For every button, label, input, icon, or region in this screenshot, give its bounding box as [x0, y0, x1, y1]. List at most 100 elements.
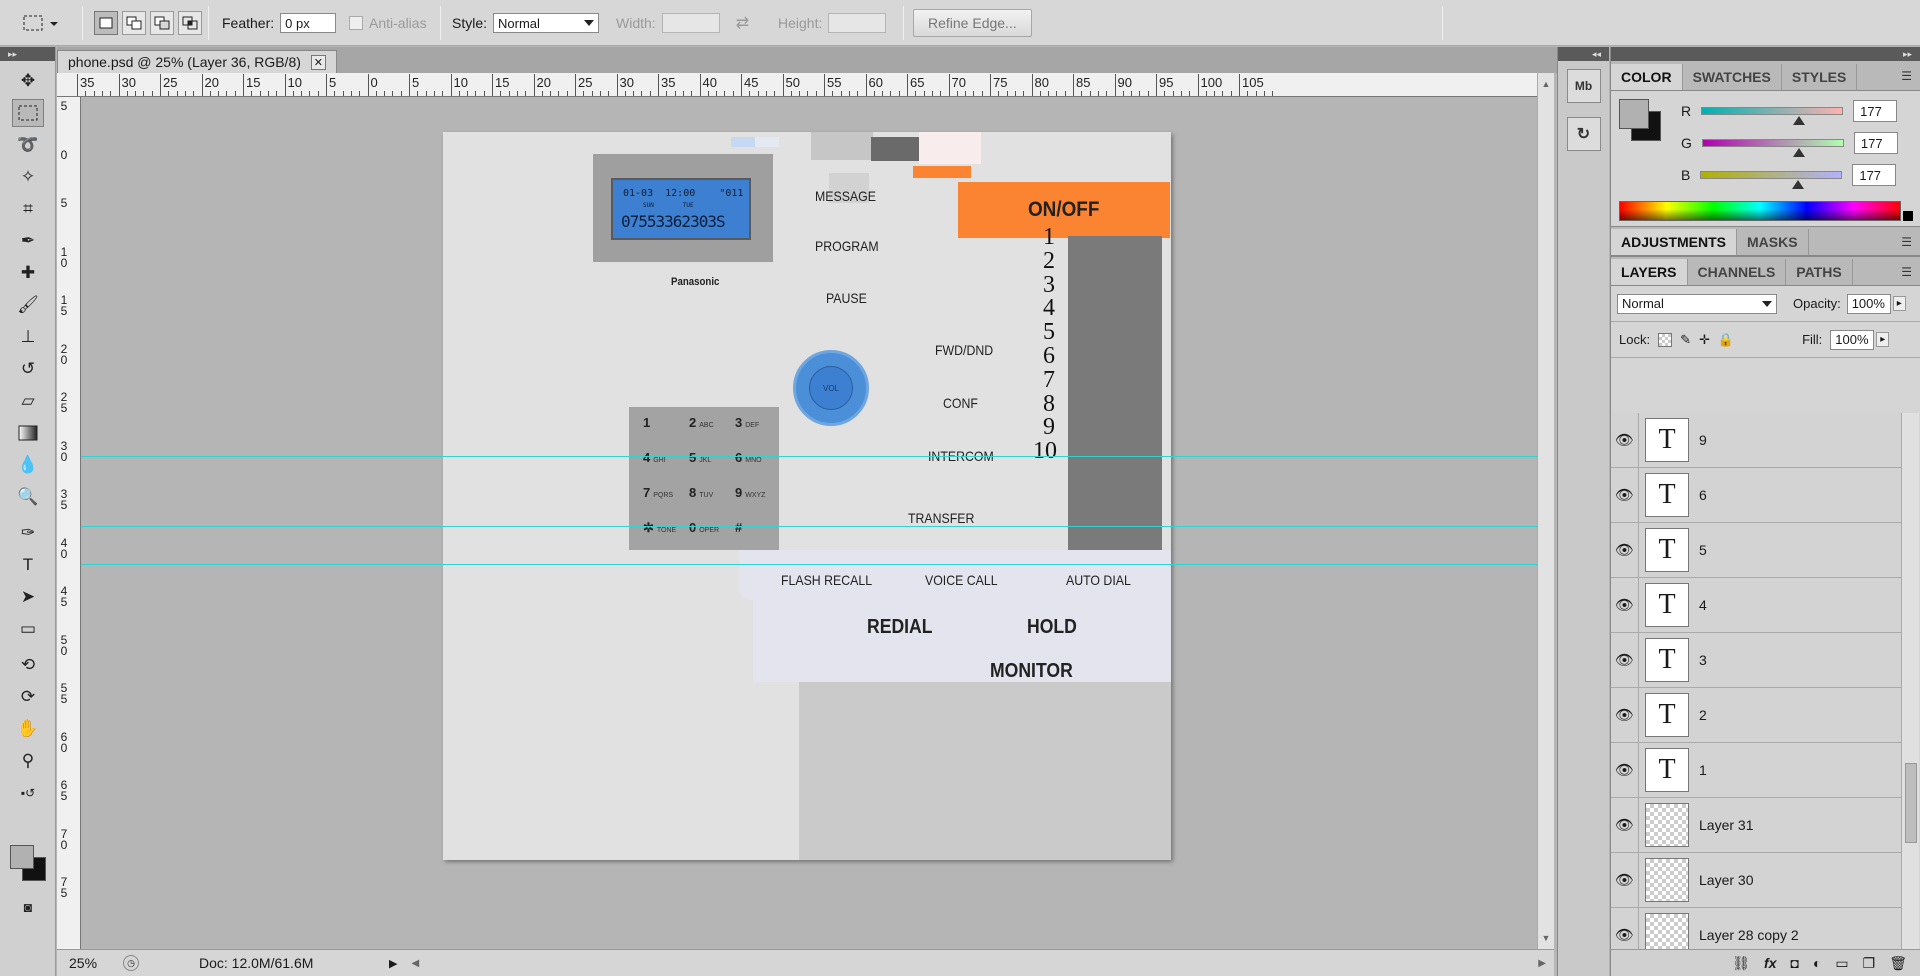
eraser-tool-icon[interactable]: ▱ [12, 387, 44, 415]
path-selection-tool-icon[interactable]: ➤ [12, 583, 44, 611]
black-swatch[interactable] [1903, 211, 1913, 221]
3d-orbit-tool-icon[interactable]: ⟳ [12, 683, 44, 711]
panel-menu-icon[interactable]: ☰ [1901, 235, 1912, 249]
phone-artwork[interactable]: 01-03 12:00 "011 SUN TUE 07553362303S Pa… [443, 132, 1171, 860]
keypad-key[interactable]: 6 MNO [735, 450, 762, 465]
fg-swatch[interactable] [1619, 99, 1649, 129]
lock-position-icon[interactable]: ✛ [1699, 332, 1710, 348]
scroll-left-icon[interactable]: ◀ [411, 958, 419, 969]
visibility-eye-icon[interactable]: 👁 [1611, 853, 1639, 907]
slider-thumb[interactable] [1792, 116, 1805, 125]
layer-row[interactable]: 👁 T 5 [1611, 523, 1901, 578]
layers-scroll-thumb[interactable] [1905, 763, 1917, 843]
move-tool-icon[interactable]: ✥ [12, 67, 44, 95]
guide-line[interactable] [81, 564, 1537, 565]
history-brush-tool-icon[interactable]: ↺ [12, 355, 44, 383]
layer-row[interactable]: 👁 T 6 [1611, 468, 1901, 523]
slider-thumb[interactable] [1791, 180, 1804, 189]
panel-menu-icon[interactable]: ☰ [1901, 265, 1912, 279]
keypad-key[interactable]: 2 ABC [689, 415, 714, 430]
lock-all-icon[interactable]: 🔒 [1718, 332, 1734, 348]
eyedropper-tool-icon[interactable]: ✒ [12, 227, 44, 255]
keypad-key[interactable]: 8 TUV [689, 485, 713, 500]
volume-wheel[interactable]: VOL [793, 350, 869, 426]
feather-input[interactable]: 0 px [280, 13, 337, 33]
green-value[interactable]: 177 [1853, 132, 1898, 154]
refine-edge-button[interactable]: Refine Edge... [913, 9, 1032, 37]
marquee-preset-picker[interactable] [22, 0, 60, 46]
keypad-key[interactable]: # [735, 520, 745, 535]
blue-value[interactable]: 177 [1852, 164, 1897, 186]
keypad-key[interactable]: 4 GHI [643, 450, 666, 465]
status-menu-arrow-icon[interactable]: ▶ [389, 957, 397, 970]
blue-slider[interactable] [1700, 171, 1843, 189]
vertical-ruler[interactable]: 5 0 5 1 0 1 5 2 0 2 5 3 0 3 5 4 0 4 5 5 0 5 5 6 0 6 5 7… [57, 97, 81, 949]
tab-channels[interactable]: CHANNELS [1688, 259, 1787, 285]
red-value[interactable]: 177 [1853, 100, 1898, 122]
red-slider[interactable] [1701, 107, 1844, 125]
scroll-right-icon[interactable]: ▶ [1538, 958, 1546, 969]
keypad-key[interactable]: 5 JKL [689, 450, 711, 465]
layer-row[interactable]: 👁 T 3 [1611, 633, 1901, 688]
tab-layers[interactable]: LAYERS [1611, 259, 1688, 285]
intersect-selection-button[interactable] [178, 11, 202, 35]
dodge-tool-icon[interactable]: 🔍 [12, 483, 44, 511]
mini-bridge-icon[interactable]: Mb [1566, 69, 1601, 103]
width-input[interactable] [661, 13, 720, 33]
antialias-checkbox[interactable] [349, 16, 363, 30]
gradient-tool-icon[interactable] [12, 419, 44, 447]
guide-line[interactable] [81, 526, 1537, 527]
blend-mode-select[interactable]: Normal [1617, 293, 1777, 314]
blur-tool-icon[interactable]: 💧 [12, 451, 44, 479]
lock-transparency-icon[interactable] [1658, 332, 1673, 347]
quick-mask-icon[interactable]: ◙ [12, 893, 44, 921]
canvas-area[interactable]: 01-03 12:00 "011 SUN TUE 07553362303S Pa… [81, 97, 1537, 949]
panel-expand-icon[interactable]: ▸▸ [1611, 47, 1920, 61]
swap-colors-icon[interactable]: ▪↺ [12, 779, 44, 807]
on-off-button[interactable]: ON/OFF [958, 182, 1170, 238]
tools-grip[interactable]: ▸▸ [0, 47, 55, 61]
green-slider[interactable] [1701, 139, 1844, 157]
tab-paths[interactable]: PATHS [1786, 259, 1853, 285]
panel-menu-icon[interactable]: ☰ [1901, 69, 1912, 83]
delete-layer-icon[interactable]: 🗑 [1889, 955, 1907, 972]
keypad-key[interactable]: 0 OPER [689, 520, 719, 535]
horizontal-ruler[interactable]: 35 30 25 20 15 10 5 0 5 10 15 20 25 30 35 40 45 50 55 60 65 7… [57, 73, 1537, 97]
layers-scrollbar[interactable] [1901, 413, 1919, 976]
type-tool-icon[interactable]: T [12, 551, 44, 579]
keypad-key[interactable]: 3 DEF [735, 415, 759, 430]
layer-row[interactable]: 👁 Layer 30 [1611, 853, 1901, 908]
document-tab[interactable]: phone.psd @ 25% (Layer 36, RGB/8) ✕ [57, 50, 337, 73]
tab-color[interactable]: COLOR [1611, 64, 1683, 90]
foreground-color-swatch[interactable] [10, 845, 34, 869]
slider-thumb[interactable] [1793, 148, 1806, 157]
add-to-selection-button[interactable] [122, 11, 146, 35]
link-layers-icon[interactable]: ⛓ [1732, 955, 1750, 972]
style-select[interactable]: Normal [493, 13, 600, 33]
swap-dimensions-icon[interactable]: ⇄ [736, 13, 749, 33]
keypad-key[interactable]: 9 WXYZ [735, 485, 765, 500]
vertical-scrollbar[interactable]: ▲ ▼ [1537, 73, 1554, 949]
guide-line[interactable] [81, 456, 1537, 457]
visibility-eye-icon[interactable]: 👁 [1611, 468, 1639, 522]
tab-styles[interactable]: STYLES [1782, 64, 1858, 90]
lock-pixels-icon[interactable]: ✎ [1680, 332, 1691, 348]
tab-swatches[interactable]: SWATCHES [1683, 64, 1782, 90]
keypad-key[interactable]: 1 [643, 415, 653, 430]
lasso-tool-icon[interactable]: ➰ [12, 131, 44, 159]
tab-masks[interactable]: MASKS [1737, 229, 1809, 255]
visibility-eye-icon[interactable]: 👁 [1611, 523, 1639, 577]
history-panel-icon[interactable]: ↻ [1566, 117, 1601, 151]
opacity-input[interactable]: 100% [1846, 293, 1891, 314]
scroll-down-icon[interactable]: ▼ [1538, 933, 1554, 943]
visibility-eye-icon[interactable]: 👁 [1611, 688, 1639, 742]
layer-row[interactable]: 👁 Layer 31 [1611, 798, 1901, 853]
visibility-eye-icon[interactable]: 👁 [1611, 798, 1639, 852]
dock-collapse-icon[interactable]: ◂◂ [1558, 47, 1609, 61]
scroll-up-icon[interactable]: ▲ [1538, 79, 1554, 89]
zoom-tool-icon[interactable]: ⚲ [12, 747, 44, 775]
hand-tool-icon[interactable]: ✋ [12, 715, 44, 743]
opacity-arrow-icon[interactable]: ▸ [1892, 296, 1906, 311]
layer-row[interactable]: 👁 T 9 [1611, 413, 1901, 468]
new-layer-icon[interactable]: ❐ [1863, 955, 1876, 972]
